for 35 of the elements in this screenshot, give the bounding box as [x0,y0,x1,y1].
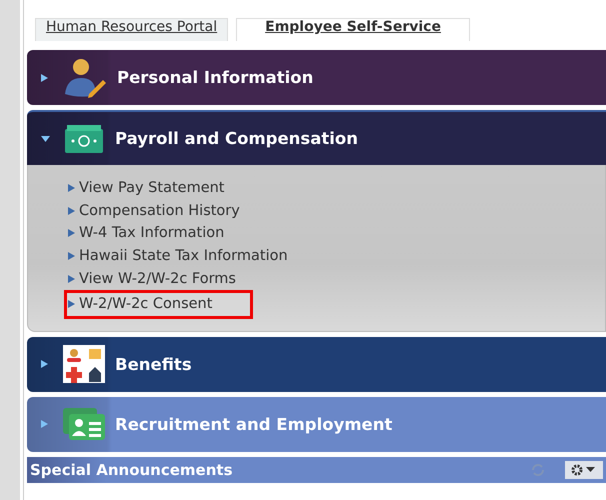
section-title: Benefits [115,354,192,374]
link-label[interactable]: Hawaii State Tax Information [79,248,288,264]
tab[interactable]: Employee Self-Service [236,18,470,41]
section-header[interactable]: Recruitment and Employment [27,396,606,452]
section-title: Personal Information [117,68,314,87]
menu-link[interactable]: View W-2/W-2c Forms [64,267,277,290]
section-header[interactable]: Benefits [27,336,606,392]
settings-button[interactable] [565,460,603,479]
highlighted-link[interactable]: W-2/W-2c Consent [64,290,254,319]
benefits-icon [63,345,105,384]
section-title: Payroll and Compensation [115,129,358,148]
bullet-icon [68,184,75,192]
tab[interactable]: Human Resources Portal [35,18,228,41]
bullet-icon [68,274,75,283]
bullet-icon [68,206,75,215]
bullet-icon [68,229,75,238]
person-pencil-icon [63,58,107,98]
id-card-icon [63,406,105,442]
link-label[interactable]: View W-2/W-2c Forms [79,270,236,287]
collapse-caret-icon[interactable] [41,136,53,142]
menu-link[interactable]: Hawaii State Tax Information [64,244,329,268]
bullet-icon [68,300,75,308]
link-label[interactable]: W-2/W-2c Consent [79,296,212,312]
scrollbar[interactable] [0,0,23,500]
link-label[interactable]: Compensation History [79,202,240,219]
link-label[interactable]: View Pay Statement [79,180,224,196]
menu-link[interactable]: View Pay Statement [64,177,266,200]
section-title: Recruitment and Employment [115,414,392,434]
section-header[interactable]: Personal Information [27,50,606,105]
bullet-icon [68,252,75,260]
menu-link[interactable]: Compensation History [64,200,281,222]
menu-link[interactable]: W-4 Tax Information [64,222,266,245]
link-label[interactable]: W-4 Tax Information [79,225,224,242]
section-header[interactable]: Payroll and Compensation [27,110,606,165]
panel-title: Special Announcements [30,460,234,479]
